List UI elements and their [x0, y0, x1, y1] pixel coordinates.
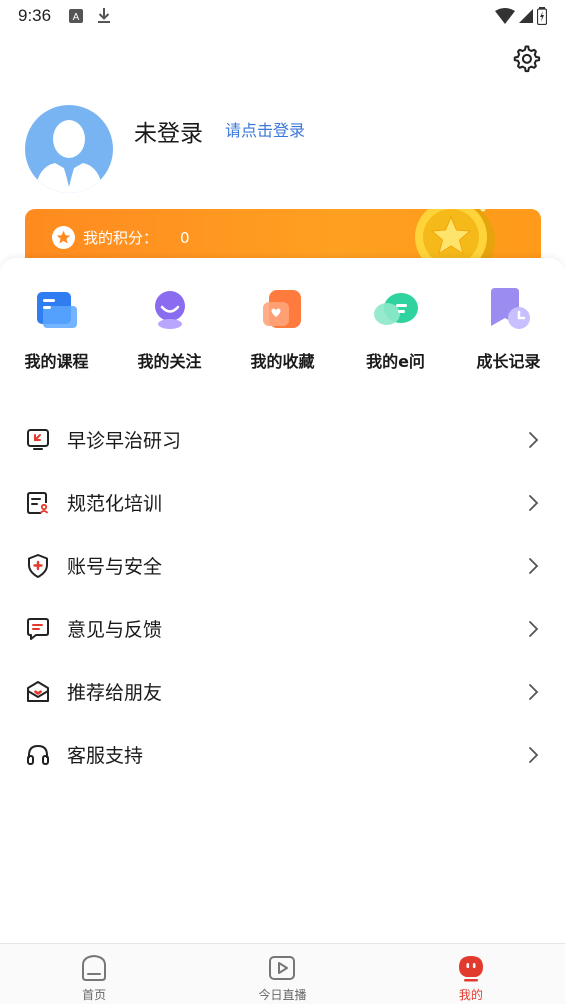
training-icon — [27, 491, 49, 514]
live-icon — [269, 956, 296, 980]
favorite-icon — [262, 290, 301, 328]
chevron-right-icon — [529, 620, 539, 637]
shortcut-grid: 我的课程 我的关注 我的收藏 我的e问 成长记录 — [0, 286, 565, 372]
default-user-icon — [35, 120, 103, 193]
recommend-icon — [27, 680, 49, 702]
shortcut-label: 成长记录 — [476, 352, 541, 371]
points-value: 0 — [180, 228, 190, 247]
avatar[interactable] — [25, 105, 113, 193]
tab-label: 今日直播 — [258, 988, 307, 1002]
settings-button[interactable] — [511, 44, 541, 74]
download-icon — [98, 8, 111, 23]
headset-icon — [27, 744, 49, 765]
chevron-right-icon — [529, 494, 539, 511]
question-icon — [373, 293, 418, 325]
home-icon — [82, 954, 107, 981]
wifi-icon — [495, 8, 515, 24]
menu-label: 推荐给朋友 — [67, 682, 163, 704]
signal-icon — [519, 9, 533, 23]
menu-label: 意见与反馈 — [67, 619, 163, 641]
chevron-right-icon — [529, 431, 539, 448]
growth-record-icon — [490, 288, 530, 329]
chevron-right-icon — [529, 746, 539, 763]
menu-label: 规范化培训 — [67, 493, 163, 515]
shortcut-my-favorites[interactable]: 我的收藏 — [226, 286, 339, 372]
menu-label: 账号与安全 — [67, 556, 163, 578]
shortcut-my-courses[interactable]: 我的课程 — [0, 286, 113, 372]
chevron-right-icon — [529, 683, 539, 700]
settings-menu: 早诊早治研习 规范化培训 账号与安全 意见与反馈 推荐给朋友 客服支持 — [0, 408, 565, 786]
shortcut-growth-record[interactable]: 成长记录 — [452, 286, 565, 372]
shortcut-my-questions[interactable]: 我的e问 — [339, 286, 452, 372]
points-star-icon — [52, 226, 75, 249]
menu-item-feedback[interactable]: 意见与反馈 — [0, 597, 565, 660]
shortcut-label: 我的课程 — [24, 352, 89, 371]
shortcut-label: 我的e问 — [366, 352, 425, 371]
svg-text:A: A — [73, 12, 80, 23]
keyboard-notification-icon: A — [69, 9, 84, 23]
shortcut-label: 我的收藏 — [250, 352, 315, 371]
gear-icon — [513, 45, 541, 73]
feedback-icon — [27, 617, 49, 640]
battery-icon — [537, 7, 547, 25]
tab-home[interactable]: 首页 — [0, 944, 188, 1004]
menu-item-account-security[interactable]: 账号与安全 — [0, 534, 565, 597]
mine-icon — [458, 956, 483, 982]
points-label: 我的积分： — [83, 229, 159, 247]
shortcut-label: 我的关注 — [137, 352, 202, 371]
course-icon — [36, 292, 77, 328]
login-link[interactable]: 请点击登录 — [225, 117, 305, 141]
shield-icon — [28, 553, 48, 578]
username: 未登录 — [134, 121, 203, 147]
tab-label: 我的 — [458, 988, 483, 1002]
follow-icon — [154, 291, 185, 329]
menu-item-customer-service[interactable]: 客服支持 — [0, 723, 565, 786]
bottom-tab-bar: 首页 今日直播 我的 — [0, 943, 565, 1004]
menu-label: 早诊早治研习 — [67, 430, 182, 452]
menu-item-early-diagnosis[interactable]: 早诊早治研习 — [0, 408, 565, 471]
study-icon — [27, 428, 49, 450]
tab-label: 首页 — [82, 988, 107, 1002]
status-bar: 9:36 A — [0, 0, 565, 32]
menu-item-recommend-friends[interactable]: 推荐给朋友 — [0, 660, 565, 723]
tab-mine[interactable]: 我的 — [377, 944, 565, 1004]
menu-label: 客服支持 — [67, 745, 144, 767]
chevron-right-icon — [529, 557, 539, 574]
menu-item-standard-training[interactable]: 规范化培训 — [0, 471, 565, 534]
status-time: 9:36 — [18, 6, 52, 25]
main-card: 我的课程 我的关注 我的收藏 我的e问 成长记录 早诊早治研习 规范化培训 账号… — [0, 258, 565, 944]
shortcut-my-follows[interactable]: 我的关注 — [113, 286, 226, 372]
tab-live-today[interactable]: 今日直播 — [188, 944, 376, 1004]
